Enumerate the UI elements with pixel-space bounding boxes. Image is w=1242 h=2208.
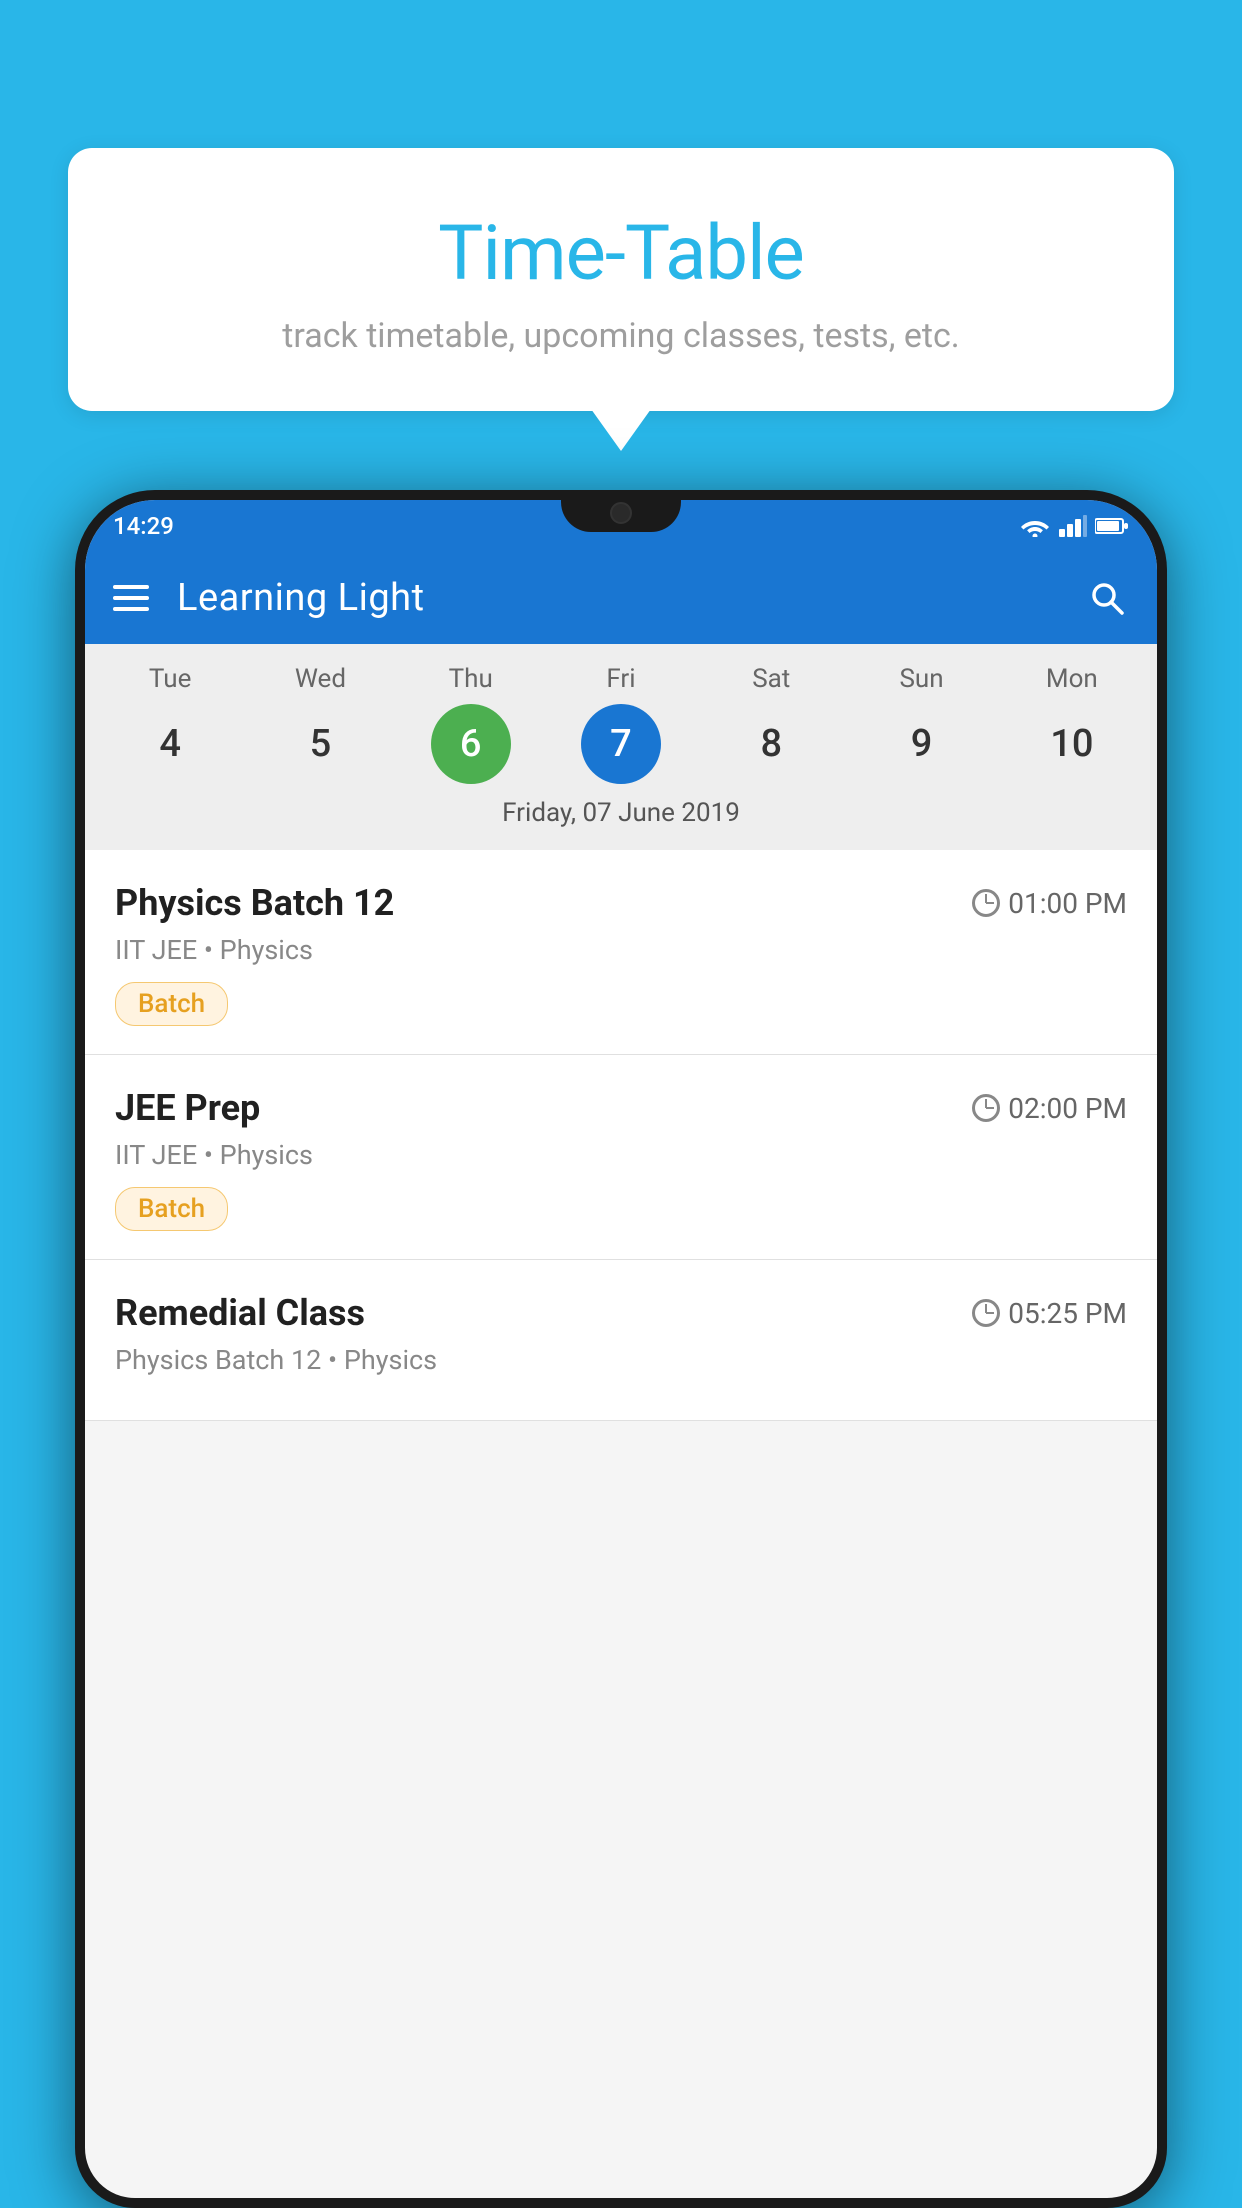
wifi-icon xyxy=(1019,515,1051,537)
status-icons xyxy=(1019,515,1129,537)
batch-badge: Batch xyxy=(115,1187,228,1231)
item-header: JEE Prep 02:00 PM xyxy=(115,1087,1127,1129)
phone-frame: 14:29 xyxy=(75,490,1167,2208)
search-button[interactable] xyxy=(1085,576,1129,620)
day-header-mon: Mon xyxy=(1032,664,1112,694)
clock-icon xyxy=(972,1094,1000,1122)
time-label: 05:25 PM xyxy=(1008,1297,1127,1330)
status-time: 14:29 xyxy=(113,512,174,540)
schedule-item-1[interactable]: JEE Prep 02:00 PM IIT JEE • Physics Batc… xyxy=(85,1055,1157,1260)
hamburger-menu-icon[interactable] xyxy=(113,585,149,611)
day-header-fri: Fri xyxy=(581,664,661,694)
item-time: 05:25 PM xyxy=(972,1297,1127,1330)
day-header-sat: Sat xyxy=(731,664,811,694)
day-headers: Tue Wed Thu Fri Sat Sun Mon xyxy=(85,664,1157,694)
item-time: 01:00 PM xyxy=(972,887,1127,920)
day-number-5[interactable]: 5 xyxy=(280,704,360,784)
app-title: Learning Light xyxy=(177,576,1057,620)
batch-badge: Batch xyxy=(115,982,228,1026)
clock-icon xyxy=(972,889,1000,917)
day-header-wed: Wed xyxy=(280,664,360,694)
day-number-8[interactable]: 8 xyxy=(731,704,811,784)
schedule-item-2[interactable]: Remedial Class 05:25 PM Physics Batch 12… xyxy=(85,1260,1157,1421)
item-subtitle: Physics Batch 12 • Physics xyxy=(115,1344,1127,1376)
day-number-9[interactable]: 9 xyxy=(882,704,962,784)
selected-date: Friday, 07 June 2019 xyxy=(85,792,1157,842)
day-number-4[interactable]: 4 xyxy=(130,704,210,784)
clock-icon xyxy=(972,1299,1000,1327)
time-label: 02:00 PM xyxy=(1008,1092,1127,1125)
signal-icon xyxy=(1059,515,1087,537)
day-number-10[interactable]: 10 xyxy=(1032,704,1112,784)
day-numbers: 456789 10 xyxy=(85,694,1157,792)
time-label: 01:00 PM xyxy=(1008,887,1127,920)
day-number-7[interactable]: 7 xyxy=(581,704,661,784)
battery-icon xyxy=(1095,517,1129,535)
day-header-tue: Tue xyxy=(130,664,210,694)
tooltip-subtitle: track timetable, upcoming classes, tests… xyxy=(118,316,1124,356)
item-title: JEE Prep xyxy=(115,1087,260,1129)
day-header-sun: Sun xyxy=(882,664,962,694)
item-header: Remedial Class 05:25 PM xyxy=(115,1292,1127,1334)
content-area: Physics Batch 12 01:00 PM IIT JEE • Phys… xyxy=(85,850,1157,1421)
day-header-thu: Thu xyxy=(431,664,511,694)
app-bar: Learning Light xyxy=(85,552,1157,644)
item-time: 02:00 PM xyxy=(972,1092,1127,1125)
calendar-strip: Tue Wed Thu Fri Sat Sun Mon 456789 10 Friday, 0… xyxy=(85,644,1157,850)
phone-screen: 14:29 xyxy=(85,500,1157,2198)
item-subtitle: IIT JEE • Physics xyxy=(115,1139,1127,1171)
phone-camera xyxy=(610,502,632,524)
schedule-item-0[interactable]: Physics Batch 12 01:00 PM IIT JEE • Phys… xyxy=(85,850,1157,1055)
item-title: Remedial Class xyxy=(115,1292,365,1334)
day-number-6[interactable]: 6 xyxy=(431,704,511,784)
item-subtitle: IIT JEE • Physics xyxy=(115,934,1127,966)
item-header: Physics Batch 12 01:00 PM xyxy=(115,882,1127,924)
tooltip-title: Time-Table xyxy=(118,208,1124,298)
item-title: Physics Batch 12 xyxy=(115,882,394,924)
tooltip-card: Time-Table track timetable, upcoming cla… xyxy=(68,148,1174,411)
phone-notch xyxy=(561,490,681,532)
